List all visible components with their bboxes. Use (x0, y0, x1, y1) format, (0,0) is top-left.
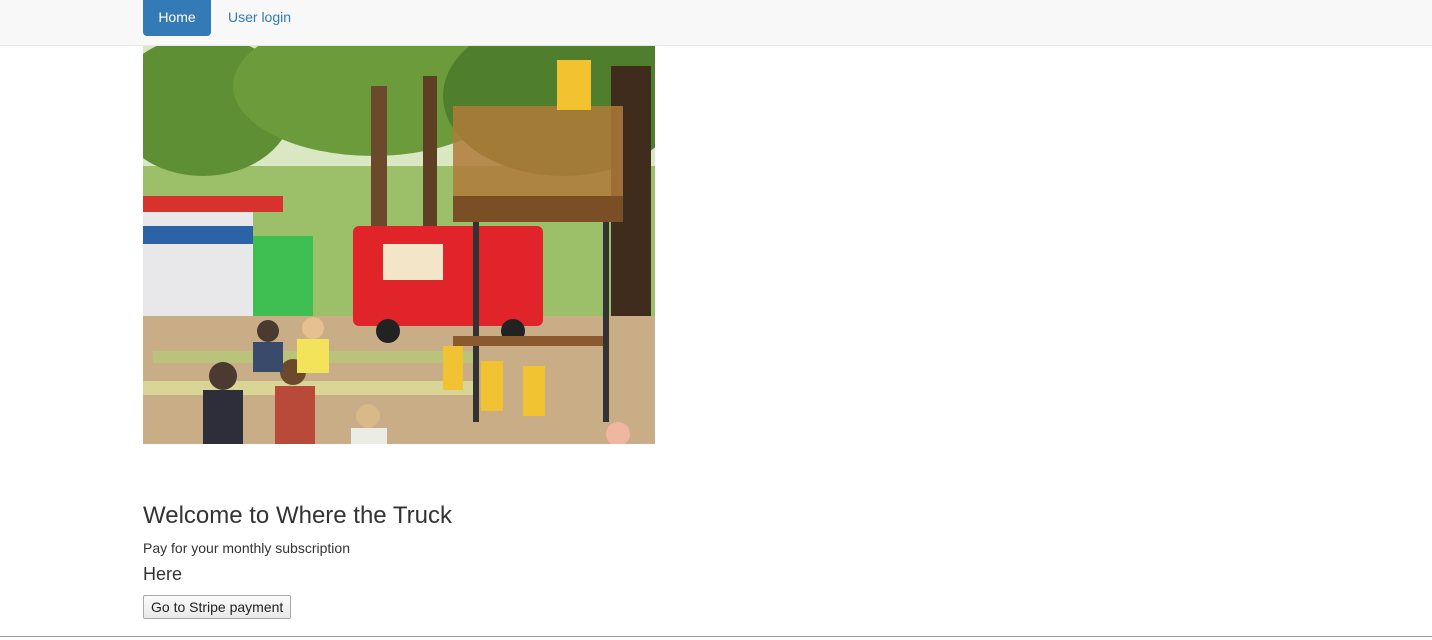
welcome-heading: Welcome to Where the Truck (143, 502, 452, 529)
bottom-divider (0, 636, 1432, 637)
food-truck-park-photo (143, 46, 655, 444)
stripe-payment-button[interactable]: Go to Stripe payment (143, 595, 292, 619)
nav-user-login-link[interactable]: User login (228, 0, 291, 34)
subscription-text: Pay for your monthly subscription (143, 540, 350, 556)
nav-home-link[interactable]: Home (143, 0, 211, 36)
top-navbar: Home User login (0, 0, 1432, 46)
here-heading: Here (143, 564, 183, 584)
